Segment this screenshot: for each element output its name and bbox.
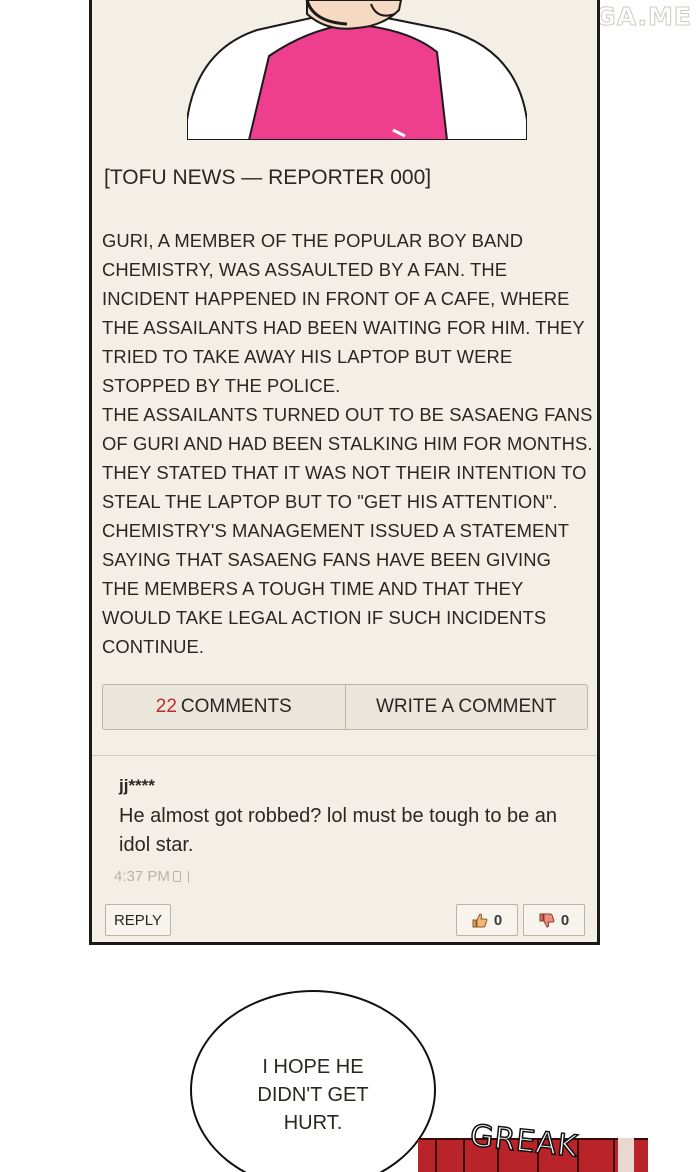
dislike-button[interactable]: 0 [523,904,585,936]
thumbs-down-icon [539,913,555,928]
phone-icon [172,871,181,882]
comment-count: 22 [155,696,177,717]
like-button[interactable]: 0 [456,904,518,936]
comment-text: He almost got robbed? lol must be tough … [119,805,558,856]
comments-label: COMMENTS [180,696,292,717]
article-byline: [TOFU NEWS — REPORTER 000] [104,166,432,189]
reply-button[interactable]: REPLY [105,904,171,936]
write-comment-label: WRITE A COMMENT [376,696,557,717]
comment-action-bar: 22 COMMENTS WRITE A COMMENT [102,684,588,730]
comment-username: jj**** [119,776,155,795]
article-body: GURI, A MEMBER OF THE POPULAR BOY BAND C… [102,230,593,657]
like-count: 0 [493,911,503,929]
separator [187,870,189,883]
news-panel: [TOFU NEWS — REPORTER 000] GURI, A MEMBE… [89,0,600,945]
comment-time: 4:37 PM [114,868,170,885]
dislike-count: 0 [560,911,570,929]
view-comments-button[interactable]: 22 COMMENTS [103,685,345,729]
comment-timestamp: 4:37 PM [114,868,189,885]
write-comment-button[interactable]: WRITE A COMMENT [344,685,588,729]
speech-bubble-text: I HOPE HE DIDN'T GET HURT. [257,1056,369,1134]
character-illustration [187,0,527,140]
thumbs-up-icon [472,912,488,927]
section-divider [92,755,597,756]
